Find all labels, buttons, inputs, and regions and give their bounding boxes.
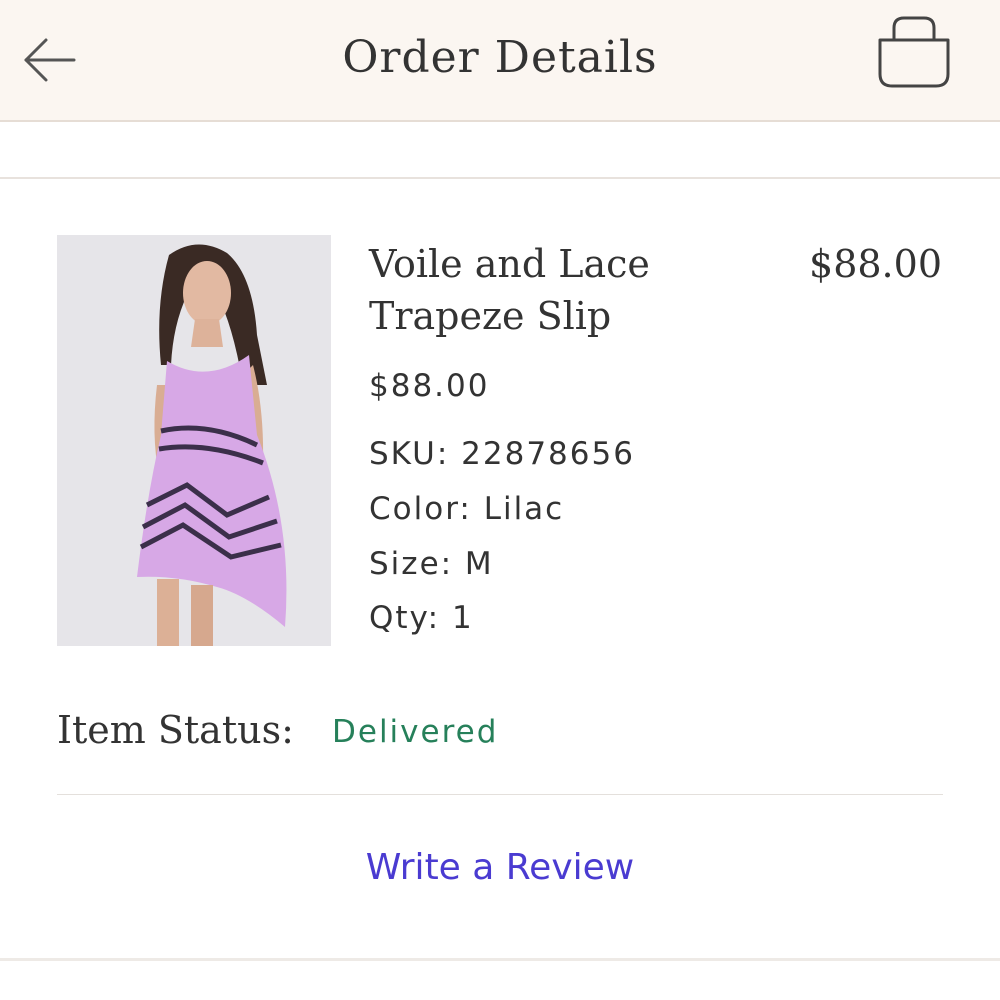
page-title: Order Details (342, 32, 658, 83)
status-divider (57, 794, 943, 795)
item-status-label: Item Status: (57, 708, 294, 752)
product-image[interactable] (57, 235, 331, 646)
product-photo (57, 235, 331, 646)
product-name[interactable]: Voile and Lace Trapeze Slip (369, 238, 729, 342)
product-name-line-1: Voile and Lace (369, 242, 650, 286)
item-total-price: $88.00 (809, 242, 942, 286)
write-review-link[interactable]: Write a Review (0, 844, 1000, 892)
shopping-bag-button[interactable] (872, 14, 956, 94)
shopping-bag-icon (878, 16, 950, 88)
unit-price: $88.00 (369, 368, 490, 404)
item-status-value: Delivered (332, 714, 499, 750)
size-label: Size: M (369, 546, 494, 582)
app-header: Order Details (0, 0, 1000, 122)
qty-label: Qty: 1 (369, 600, 474, 636)
bottom-divider (0, 958, 1000, 961)
product-name-line-2: Trapeze Slip (369, 294, 612, 338)
sku-label: SKU: 22878656 (369, 436, 635, 472)
section-divider (0, 177, 1000, 179)
color-label: Color: Lilac (369, 491, 565, 527)
